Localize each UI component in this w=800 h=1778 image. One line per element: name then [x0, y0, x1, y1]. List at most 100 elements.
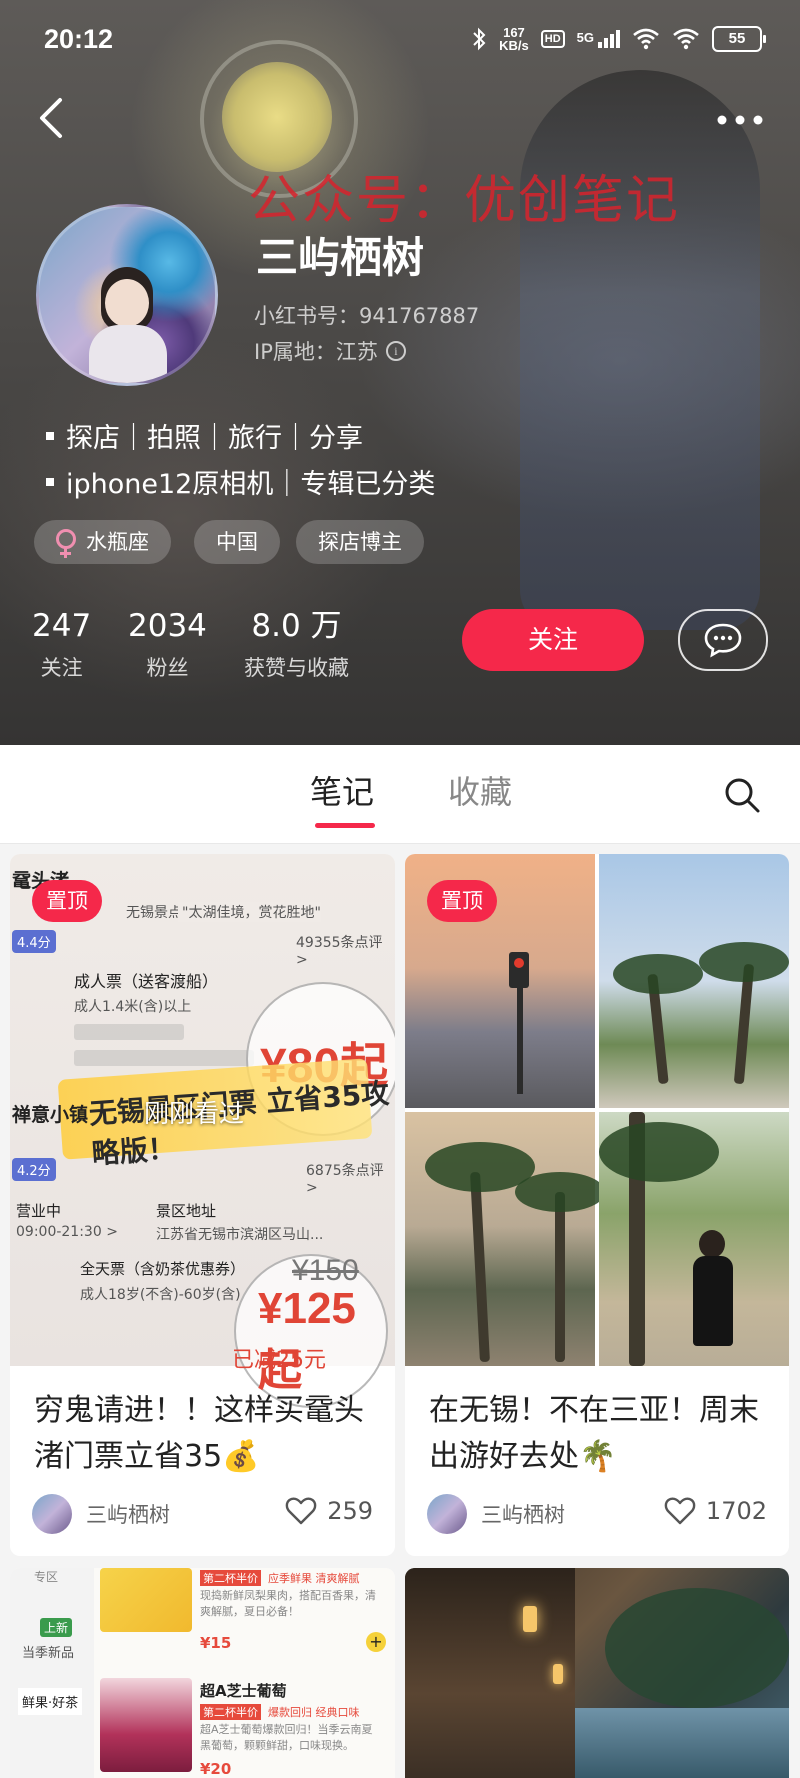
battery-icon: 55	[712, 26, 766, 52]
stat-label: 关注	[40, 656, 83, 680]
chat-bubble-icon	[704, 623, 742, 658]
menu-desc: 超A芝士葡萄爆款回归！当季云南夏黑葡萄，颗颗鲜甜，口味现换。	[200, 1723, 373, 1752]
hd-badge: HD	[540, 30, 565, 48]
menu-price: ¥15	[200, 1634, 232, 1652]
menu-new-badge: 上新	[40, 1618, 73, 1637]
stat-likes-collects[interactable]: 8.0 万 获赞与收藏	[244, 608, 349, 682]
heart-icon	[664, 1497, 696, 1525]
menu-product-name: 超A芝士葡萄	[200, 1682, 287, 1700]
cover-line	[74, 1050, 254, 1066]
note-author[interactable]: 三屿栖树	[427, 1494, 565, 1534]
add-item-icon[interactable]: +	[366, 1632, 386, 1652]
bio-text: 探店｜拍照｜旅行｜分享	[66, 423, 363, 454]
bio-text: iphone12原相机｜专辑已分类	[66, 469, 436, 500]
author-avatar	[427, 1494, 467, 1534]
cover-line	[74, 1024, 184, 1040]
photo-woman-black-dress	[599, 1112, 789, 1366]
menu-side-label: 当季新品	[22, 1646, 75, 1661]
stat-value: 8.0 万	[251, 608, 342, 644]
info-icon[interactable]: i	[385, 341, 406, 361]
search-button[interactable]	[722, 775, 762, 815]
photo-palm-trees	[405, 1112, 605, 1366]
menu-side-label: 鲜果·好茶	[18, 1688, 83, 1715]
menu-promo: 第二杯半价	[200, 1570, 261, 1586]
tab-notes[interactable]: 笔记	[310, 767, 374, 813]
more-dots-icon	[717, 115, 763, 125]
active-tab-indicator	[315, 823, 375, 828]
status-bar: 20:12 167 KB/s HD 5G 55	[0, 0, 800, 80]
note-card[interactable]: 专区 上新 当季新品 鲜果·好茶 第二杯半价 应季鲜果 清爽解腻 现捣新鲜凤梨果…	[10, 1568, 395, 1778]
like-count: 259	[327, 1497, 373, 1525]
ip-location-text: IP属地：江苏	[254, 340, 378, 364]
drink-photo-1	[100, 1568, 192, 1632]
cover-building	[405, 1568, 575, 1778]
tag-label: 中国	[216, 530, 258, 554]
cover-water	[575, 1708, 789, 1778]
bullet-icon	[46, 431, 54, 440]
menu-side-label: 专区	[34, 1570, 59, 1584]
stat-fans[interactable]: 2034 粉丝	[128, 608, 207, 682]
cover-reviews-2: 6875条点评 >	[306, 1163, 384, 1196]
note-card[interactable]	[405, 1568, 789, 1778]
nickname: 三屿栖树	[256, 233, 425, 282]
cover-lamp	[523, 1606, 537, 1632]
net-speed: 167 KB/s	[499, 25, 529, 53]
stat-following[interactable]: 247 关注	[32, 608, 91, 682]
back-button[interactable]	[30, 90, 76, 146]
cover-trees	[605, 1588, 789, 1708]
avatar[interactable]	[36, 204, 218, 386]
cover-lamp	[553, 1664, 563, 1684]
note-cover-image	[405, 854, 789, 1366]
redbook-id: 小红书号：941767887	[254, 304, 480, 328]
cover-slogan: "太湖佳境，赏花胜地"	[178, 902, 321, 922]
menu-sidebar	[10, 1568, 94, 1778]
pinned-badge: 置顶	[427, 880, 497, 922]
note-cover-image: 鼋头渚 无锡景点热门榜·第2名 > "太湖佳境，赏花胜地" 4.4分 49355…	[10, 854, 395, 1408]
search-icon	[725, 778, 760, 813]
cover-address: 江苏省无锡市滨湖区马山...	[156, 1227, 324, 1243]
like-count: 1702	[705, 1497, 767, 1525]
female-icon	[56, 529, 76, 558]
cover-ticket: 成人票（送客渡船）	[74, 972, 219, 991]
bluetooth-icon	[473, 27, 486, 51]
menu-price: ¥20	[200, 1760, 232, 1778]
note-title: 在无锡！不在三亚！周末出游好去处🌴	[429, 1393, 759, 1474]
like-button[interactable]: 1702	[664, 1496, 767, 1526]
heart-icon	[285, 1497, 317, 1525]
message-button[interactable]	[678, 609, 768, 671]
author-name: 三屿栖树	[86, 1503, 170, 1527]
cover-orig-price: ¥150	[292, 1254, 359, 1287]
author-name: 三屿栖树	[481, 1503, 565, 1527]
status-time: 20:12	[44, 24, 114, 54]
tag-role: 探店博主	[296, 520, 424, 564]
stat-label: 粉丝	[146, 656, 189, 680]
bullet-icon	[46, 477, 54, 486]
cover-place-2: 禅意小镇	[12, 1104, 89, 1126]
tag-zodiac: 水瓶座	[34, 520, 171, 564]
menu-promo-tags: 爆款回归 经典口味	[268, 1706, 360, 1719]
drink-photo-2	[100, 1678, 192, 1772]
note-title: 穷鬼请进！！这样买鼋头渚门票立省35💰	[34, 1393, 364, 1474]
stat-value: 2034	[128, 608, 207, 644]
signal-icon: 5G	[577, 30, 620, 48]
like-button[interactable]: 259	[285, 1496, 373, 1526]
cover-open-hours: 09:00-21:30 >	[16, 1224, 118, 1240]
watermark-text: 公众号：优创笔记	[248, 171, 681, 231]
profile-header: 20:12 167 KB/s HD 5G 55 公众号：优创笔记 三屿栖树 小红…	[0, 0, 800, 745]
status-icons: 167 KB/s HD 5G 55	[471, 25, 766, 53]
cover-discount: 已减25元	[232, 1348, 326, 1373]
tag-label: 探店博主	[318, 530, 402, 554]
ip-location: IP属地：江苏 i	[254, 336, 406, 366]
photo-palm-beach	[599, 854, 789, 1108]
more-button[interactable]	[712, 100, 768, 140]
author-avatar	[32, 1494, 72, 1534]
tab-collections[interactable]: 收藏	[448, 767, 512, 813]
note-card[interactable]: 鼋头渚 无锡景点热门榜·第2名 > "太湖佳境，赏花胜地" 4.4分 49355…	[10, 854, 395, 1556]
note-card[interactable]: 置顶 在无锡！不在三亚！周末出游好去处🌴 三屿栖树 1702	[405, 854, 789, 1556]
follow-button[interactable]: 关注	[462, 609, 644, 671]
stat-value: 247	[32, 608, 92, 644]
note-author[interactable]: 三屿栖树	[32, 1494, 170, 1534]
tag-label: 水瓶座	[86, 530, 149, 554]
wifi-icon	[633, 28, 659, 50]
cover-score: 4.4分	[12, 930, 56, 953]
